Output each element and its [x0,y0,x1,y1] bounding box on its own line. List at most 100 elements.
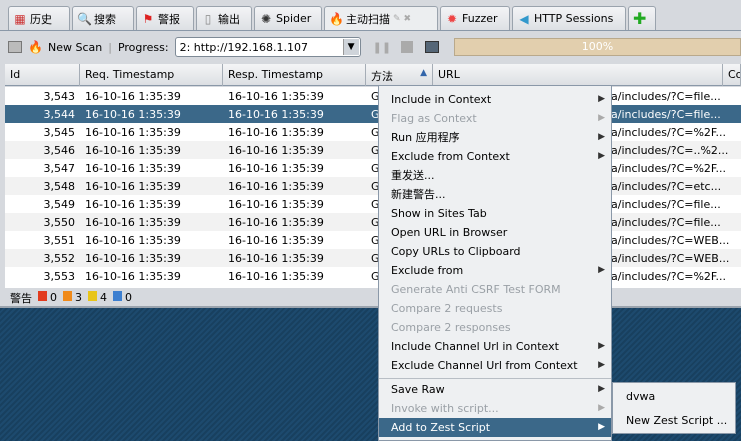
chevron-right-icon: ▶ [598,360,605,370]
menu-item[interactable]: Exclude Channel Url from Context ▶ [379,356,611,375]
chevron-right-icon: ▶ [598,94,605,104]
tab-label: 搜索 [94,12,116,26]
alert-count[interactable]: 4 [88,291,107,304]
column-header[interactable]: Co [723,64,741,86]
menu-item[interactable]: Generate Anti CSRF Test FORM [379,280,611,299]
table-row[interactable]: 3,546 16-10-16 1:35:39 16-10-16 1:35:39 Ga/… [5,141,741,159]
menu-item[interactable]: Open URL in Browser [379,223,611,242]
cell-req: 16-10-16 1:35:39 [85,197,181,211]
sort-asc-icon: ▲ [420,68,427,78]
progress-label: Progress: [117,40,169,54]
tab-4[interactable]: ✺ Spider [254,6,322,30]
menu-item[interactable]: Include in Context ▶ [379,90,611,109]
table-row[interactable]: 3,550 16-10-16 1:35:39 16-10-16 1:35:39 Ga/… [5,213,741,231]
document-icon: ▯ [204,11,212,26]
menu-item[interactable]: Exclude from ▶ [379,261,611,280]
close-icon[interactable]: ✖ [404,14,412,24]
table-row[interactable]: 3,553 16-10-16 1:35:39 16-10-16 1:35:39 Ga/… [5,267,741,285]
cell-req: 16-10-16 1:35:39 [85,179,181,193]
progress-select[interactable]: 2: http://192.168.1.107 ▼ [174,37,361,57]
spider-icon: ✺ [260,11,272,26]
cell-resp: 16-10-16 1:35:39 [228,161,324,175]
chevron-right-icon: ▶ [598,422,605,432]
menu-item[interactable]: Exclude from Context ▶ [379,147,611,166]
alert-count[interactable]: 0 [113,291,132,304]
column-label: URL [438,68,460,81]
table-row[interactable]: 3,548 16-10-16 1:35:39 16-10-16 1:35:39 Ga/… [5,177,741,195]
stop-icon[interactable] [401,41,414,53]
submenu-item[interactable]: New Zest Script ... [613,411,735,430]
menu-item[interactable]: 重发送... [379,166,611,185]
tab-3[interactable]: ▯ 输出 [196,6,252,30]
pause-icon[interactable]: ❚❚ [373,41,391,54]
messages-table[interactable]: 3,543 16-10-16 1:35:39 16-10-16 1:35:39 Ga/… [5,87,741,288]
zap-window: ▦ 历史 🔍 搜索 ⚑ 警报 ▯ 输出 ✺ Spider 🔥 主动扫描 ✎ ✖ ✹ Fuzzer ◀ HTTP S… [0,0,741,308]
menu-item[interactable]: Flag as Context ▶ [379,109,611,128]
alert-count[interactable]: 0 [38,291,57,304]
cell-id: 3,545 [43,125,76,139]
chart-icon[interactable] [425,41,440,53]
menu-item[interactable]: 新建警告... [379,185,611,204]
tab-label: Fuzzer [462,12,498,25]
tab-2[interactable]: ⚑ 警报 [136,6,194,30]
submenu-item[interactable]: dvwa [613,387,735,406]
column-header[interactable]: URL [433,64,723,86]
column-header[interactable]: Resp. Timestamp [223,64,366,86]
menu-item-label: Exclude from Context [391,150,510,163]
fuzzer-icon: ✹ [446,11,458,26]
chevron-right-icon: ▶ [598,341,605,351]
alert-count[interactable]: 3 [63,291,82,304]
toolbar: 🔥 New Scan | Progress: 2: http://192.168… [0,33,450,61]
alert-count-value: 0 [125,291,132,304]
table-row[interactable]: 3,552 16-10-16 1:35:39 16-10-16 1:35:39 Ga/… [5,249,741,267]
cell-url: a/includes/?C=file... [611,89,721,103]
column-header[interactable]: 方法 ▲ [366,64,433,86]
menu-item[interactable]: Show in Sites Tab [379,204,611,223]
tab-1[interactable]: 🔍 搜索 [72,6,134,30]
menu-item[interactable]: Compare 2 responses [379,318,611,337]
menu-item-label: Run 应用程序 [391,131,460,144]
table-row[interactable]: 3,551 16-10-16 1:35:39 16-10-16 1:35:39 Ga/… [5,231,741,249]
tab-5[interactable]: 🔥 主动扫描 ✎ ✖ [324,6,438,30]
menu-item[interactable]: Copy URLs to Clipboard [379,242,611,261]
pin-icon[interactable]: ✎ [393,14,401,24]
cell-resp: 16-10-16 1:35:39 [228,215,324,229]
flag-icon [38,291,47,301]
table-row[interactable]: 3,543 16-10-16 1:35:39 16-10-16 1:35:39 Ga/… [5,87,741,105]
cell-id: 3,553 [43,269,76,283]
table-row[interactable]: 3,547 16-10-16 1:35:39 16-10-16 1:35:39 Ga/… [5,159,741,177]
cell-resp: 16-10-16 1:35:39 [228,89,324,103]
progress-bar: 100% [454,38,741,56]
menu-item[interactable]: Save Raw ▶ [379,380,611,399]
menu-item[interactable]: Run 应用程序 ▶ [379,128,611,147]
chevron-right-icon: ▶ [598,384,605,394]
menu-item-label: Generate Anti CSRF Test FORM [391,283,561,296]
scan-options-icon[interactable] [8,41,22,53]
tab-6[interactable]: ✹ Fuzzer [440,6,510,30]
table-row[interactable]: 3,544 16-10-16 1:35:39 16-10-16 1:35:39 Ga/… [5,105,741,123]
menu-item[interactable]: Add to Zest Script ▶ [379,418,611,437]
cell-url: a/includes/?C=%2F... [611,161,726,175]
menu-item-label: 新建警告... [391,188,446,201]
column-header[interactable]: Id [5,64,80,86]
cell-id: 3,544 [43,107,76,121]
table-row[interactable]: 3,549 16-10-16 1:35:39 16-10-16 1:35:39 Ga/… [5,195,741,213]
menu-item[interactable]: Compare 2 requests [379,299,611,318]
column-header[interactable]: Req. Timestamp [80,64,223,86]
menu-item[interactable]: Invoke with script... ▶ [379,399,611,418]
cell-url: a/includes/?C=..%2... [611,143,729,157]
menu-item-label: 重发送... [391,169,435,182]
chevron-right-icon: ▶ [598,265,605,275]
cell-req: 16-10-16 1:35:39 [85,143,181,157]
cell-id: 3,552 [43,251,76,265]
menu-item[interactable]: Include Channel Url in Context ▶ [379,337,611,356]
cell-resp: 16-10-16 1:35:39 [228,143,324,157]
new-scan-button[interactable]: New Scan [48,41,102,54]
add-tab-button[interactable]: ✚ [628,6,656,30]
tab-7[interactable]: ◀ HTTP Sessions [512,6,626,30]
chevron-right-icon: ▶ [598,132,605,142]
table-row[interactable]: 3,545 16-10-16 1:35:39 16-10-16 1:35:39 Ga/… [5,123,741,141]
chevron-down-icon[interactable]: ▼ [342,39,359,55]
tab-0[interactable]: ▦ 历史 [8,6,70,30]
cell-url: a/includes/?C=file... [611,215,721,229]
